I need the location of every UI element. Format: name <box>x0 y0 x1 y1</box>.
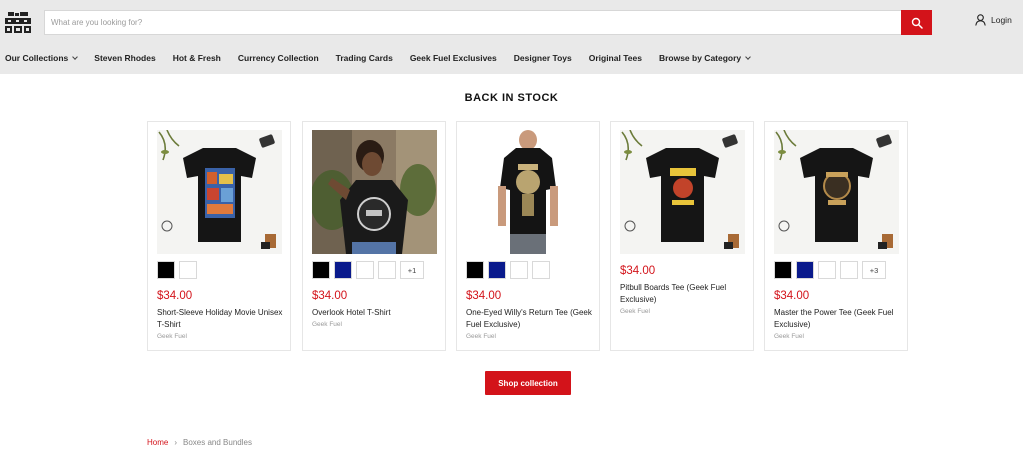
logo[interactable] <box>5 12 31 34</box>
swatch-white[interactable] <box>510 261 528 279</box>
product-price: $34.00 <box>157 290 193 302</box>
product-card[interactable]: $34.00 One-Eyed Willy's Return Tee (Geek… <box>456 121 600 351</box>
nav-label: Original Tees <box>588 53 642 63</box>
breadcrumb-separator: › <box>174 438 178 447</box>
nav-item-our-collections[interactable]: Our Collections <box>5 52 79 64</box>
product-vendor: Geek Fuel <box>620 308 650 315</box>
product-price: $34.00 <box>774 290 810 302</box>
product-price: $34.00 <box>620 265 656 277</box>
nav-label: Designer Toys <box>513 53 572 63</box>
product-title[interactable]: Overlook Hotel T-Shirt <box>312 307 440 319</box>
product-image[interactable] <box>157 130 282 254</box>
swatch-navy[interactable] <box>334 261 352 279</box>
color-swatches <box>466 261 550 279</box>
swatch-black[interactable] <box>312 261 330 279</box>
product-image[interactable] <box>312 130 437 254</box>
breadcrumb-home-link[interactable]: Home <box>147 438 168 447</box>
main-nav: Our Collections Steven Rhodes Hot & Fres… <box>5 52 751 64</box>
nav-item-trading-cards[interactable]: Trading Cards <box>336 52 393 64</box>
nav-label: Currency Collection <box>237 53 319 63</box>
user-icon <box>975 14 986 26</box>
login-link[interactable]: Login <box>975 14 1012 26</box>
nav-item-geek-fuel-exclusives[interactable]: Geek Fuel Exclusives <box>410 52 497 64</box>
nav-label: Trading Cards <box>335 53 393 63</box>
chevron-down-icon <box>72 53 79 60</box>
swatch-white[interactable] <box>532 261 550 279</box>
product-vendor: Geek Fuel <box>157 333 187 340</box>
swatch-navy[interactable] <box>796 261 814 279</box>
section-title: BACK IN STOCK <box>464 92 559 104</box>
product-title[interactable]: Short-Sleeve Holiday Movie Unisex T-Shir… <box>157 307 285 331</box>
nav-label: Steven Rhodes <box>94 53 156 63</box>
product-vendor: Geek Fuel <box>312 321 342 328</box>
swatch-black[interactable] <box>157 261 175 279</box>
product-price: $34.00 <box>312 290 348 302</box>
more-colors-button[interactable]: +3 <box>862 261 886 279</box>
color-swatches: +3 <box>774 261 886 279</box>
color-swatches: +1 <box>312 261 424 279</box>
nav-item-original-tees[interactable]: Original Tees <box>589 52 642 64</box>
swatch-white[interactable] <box>840 261 858 279</box>
search-button[interactable] <box>901 10 932 35</box>
search-input[interactable] <box>45 11 901 34</box>
breadcrumb: Home › Boxes and Bundles <box>147 438 252 447</box>
search-bar <box>44 10 932 35</box>
nav-item-hot-fresh[interactable]: Hot & Fresh <box>173 52 221 64</box>
shop-collection-button[interactable]: Shop collection <box>485 371 571 395</box>
color-swatches <box>157 261 197 279</box>
site-header: Login Our Collections Steven Rhodes Hot … <box>0 0 1023 74</box>
swatch-black[interactable] <box>466 261 484 279</box>
product-card[interactable]: $34.00 Pitbull Boards Tee (Geek Fuel Exc… <box>610 121 754 351</box>
swatch-black[interactable] <box>774 261 792 279</box>
product-title[interactable]: Pitbull Boards Tee (Geek Fuel Exclusive) <box>620 282 748 306</box>
nav-label: Our Collections <box>5 53 69 63</box>
login-label: Login <box>991 15 1012 25</box>
nav-item-designer-toys[interactable]: Designer Toys <box>514 52 572 64</box>
search-icon <box>911 17 923 29</box>
breadcrumb-current: Boxes and Bundles <box>183 438 252 447</box>
nav-label: Hot & Fresh <box>172 53 221 63</box>
product-image[interactable] <box>466 130 591 254</box>
product-card[interactable]: $34.00 Short-Sleeve Holiday Movie Unisex… <box>147 121 291 351</box>
product-vendor: Geek Fuel <box>774 333 804 340</box>
product-card[interactable]: +1 $34.00 Overlook Hotel T-Shirt Geek Fu… <box>302 121 446 351</box>
product-title[interactable]: One-Eyed Willy's Return Tee (Geek Fuel E… <box>466 307 594 331</box>
nav-label: Geek Fuel Exclusives <box>409 53 497 63</box>
chevron-down-icon <box>745 53 751 60</box>
nav-label: Browse by Category <box>658 53 742 63</box>
nav-item-steven-rhodes[interactable]: Steven Rhodes <box>94 52 155 64</box>
swatch-white[interactable] <box>818 261 836 279</box>
product-vendor: Geek Fuel <box>466 333 496 340</box>
product-image[interactable] <box>620 130 745 254</box>
product-image[interactable] <box>774 130 899 254</box>
nav-item-browse-by-category[interactable]: Browse by Category <box>658 52 751 64</box>
swatch-white[interactable] <box>179 261 197 279</box>
swatch-white[interactable] <box>356 261 374 279</box>
more-colors-button[interactable]: +1 <box>400 261 424 279</box>
swatch-navy[interactable] <box>488 261 506 279</box>
product-card[interactable]: +3 $34.00 Master the Power Tee (Geek Fue… <box>764 121 908 351</box>
nav-item-currency-collection[interactable]: Currency Collection <box>238 52 319 64</box>
product-price: $34.00 <box>466 290 502 302</box>
swatch-white[interactable] <box>378 261 396 279</box>
product-title[interactable]: Master the Power Tee (Geek Fuel Exclusiv… <box>774 307 902 331</box>
